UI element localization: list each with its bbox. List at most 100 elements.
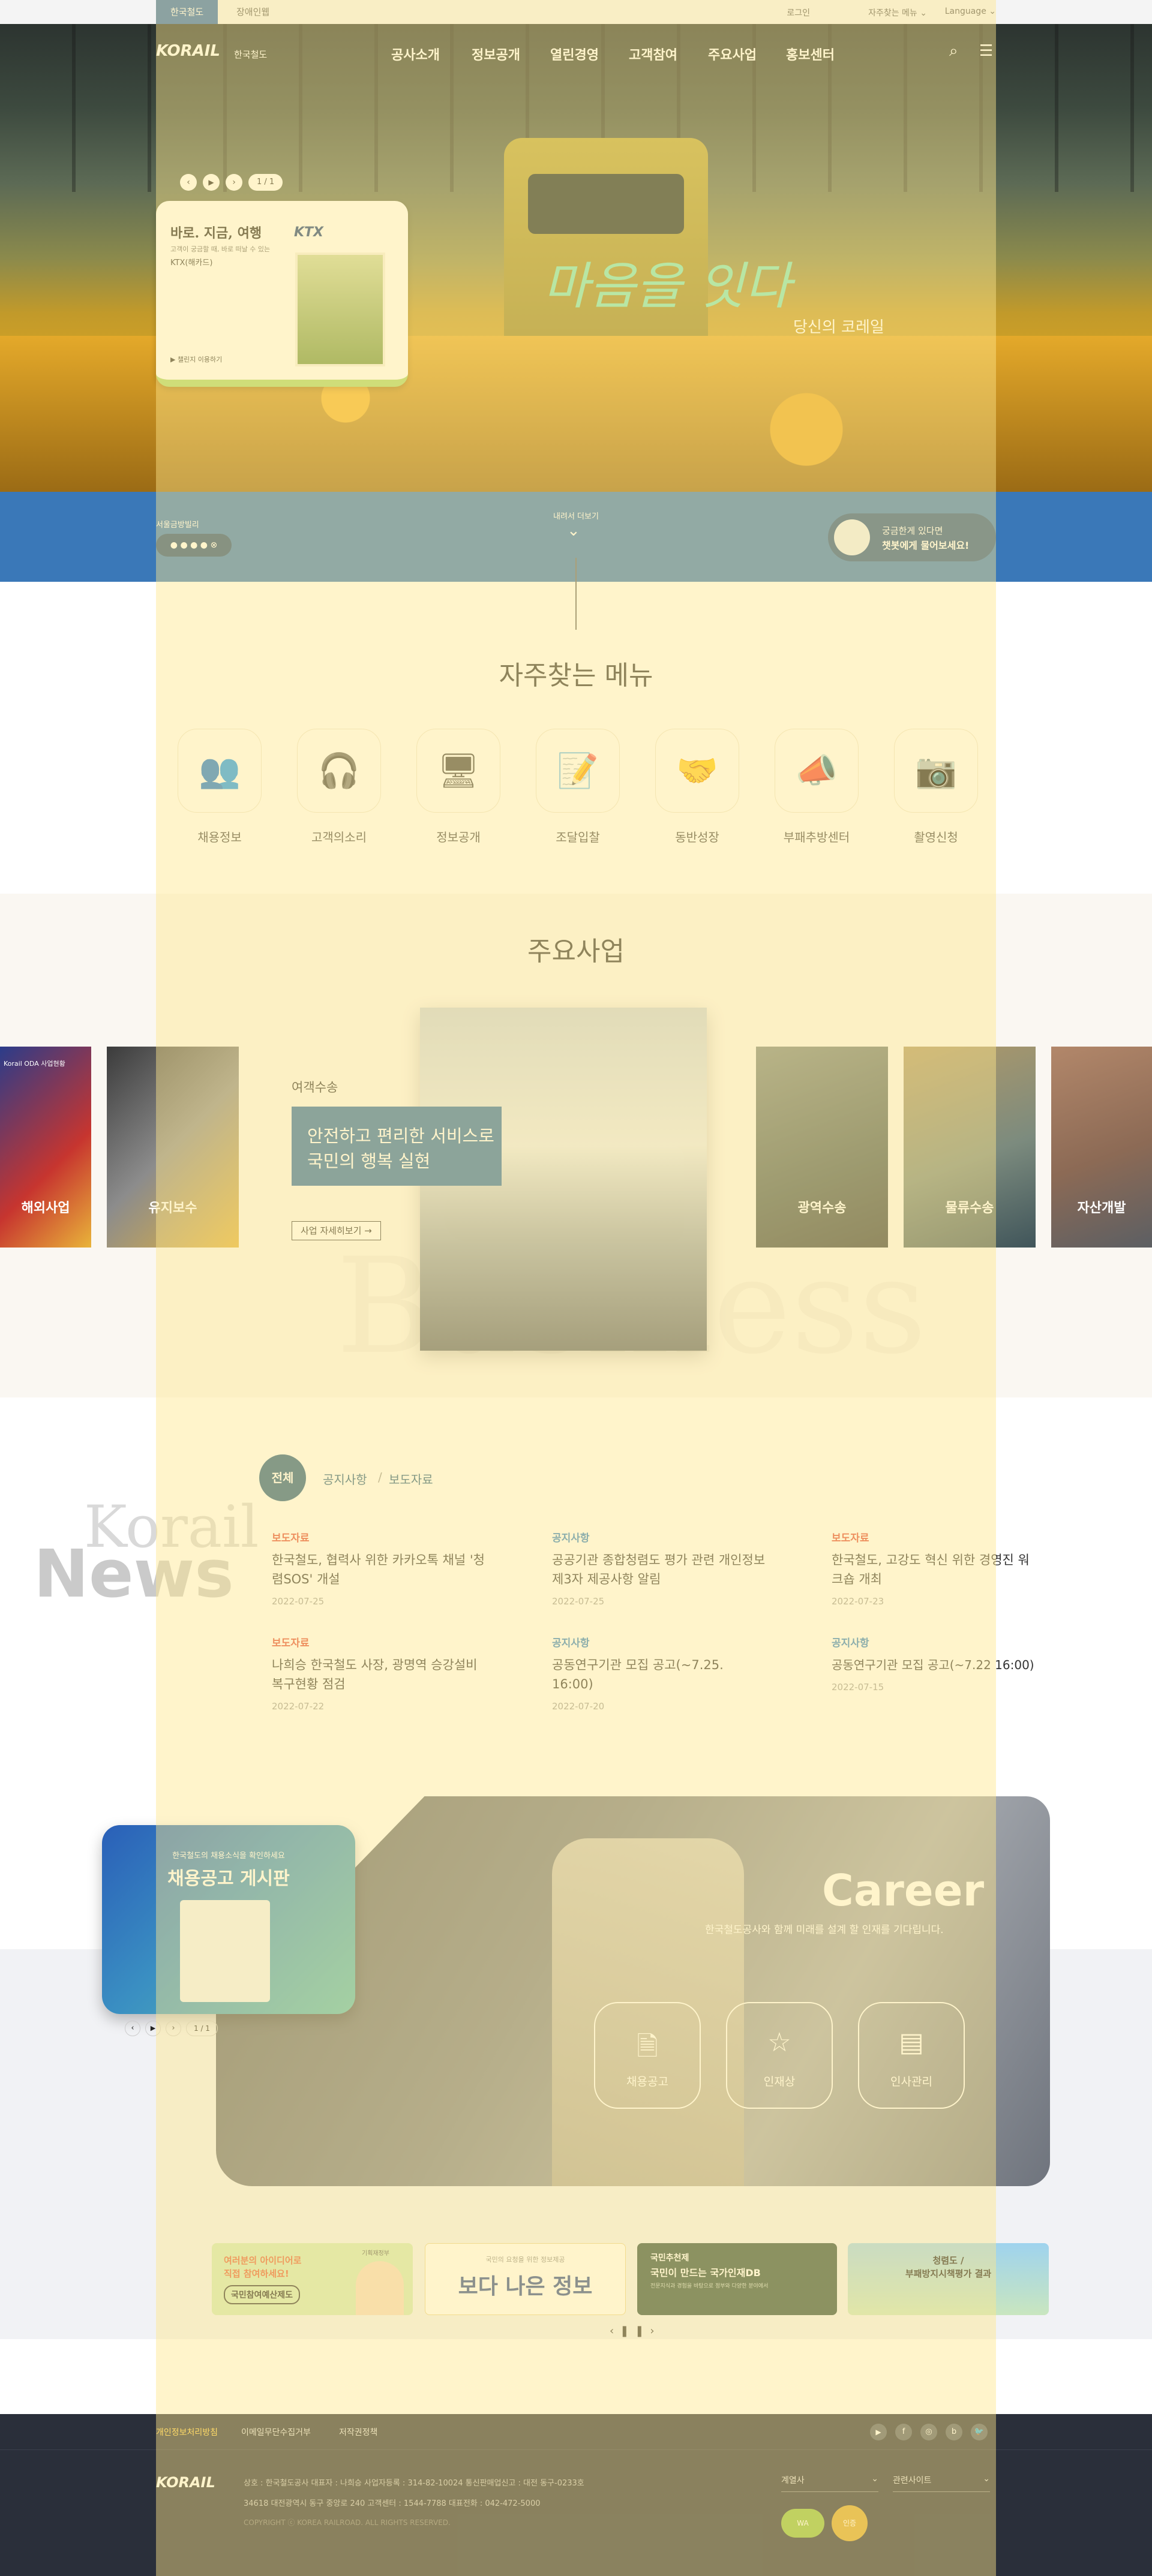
nav-item-management[interactable]: 열린경영 bbox=[550, 44, 599, 64]
business-card-logistics[interactable]: 물류수송 bbox=[904, 1047, 1036, 1248]
quickmenu-item-info[interactable]: 🖥 bbox=[416, 729, 500, 813]
next-icon[interactable]: › bbox=[226, 174, 242, 191]
twitter-icon[interactable]: 🐦 bbox=[971, 2424, 988, 2440]
chatbot-banner[interactable]: 궁금한게 있다면 챗봇에게 물어보세요! bbox=[828, 513, 996, 561]
banner-person-image bbox=[356, 2261, 404, 2315]
nav-item-about[interactable]: 공사소개 bbox=[391, 44, 440, 64]
board-illustration bbox=[180, 1900, 270, 2002]
play-icon[interactable]: ▶ bbox=[203, 174, 220, 191]
header: KORAIL 한국철도 공사소개 정보공개 열린경영 고객참여 주요사업 홍보센… bbox=[0, 24, 1152, 84]
instagram-icon[interactable]: ◎ bbox=[920, 2424, 937, 2440]
career-btn-talent[interactable]: ☆ 인재상 bbox=[726, 2002, 833, 2109]
nav-item-pr[interactable]: 홍보센터 bbox=[786, 44, 835, 64]
youtube-icon[interactable]: ▶ bbox=[870, 2424, 887, 2440]
quickmenu-label: 부패추방센터 bbox=[783, 830, 850, 844]
korail-logo[interactable]: KORAIL bbox=[156, 42, 220, 60]
banner-talent-db[interactable]: 국민추천제 국민이 만드는 국가인재DB 전문지식과 경험을 바탕으로 정부와 … bbox=[637, 2243, 837, 2315]
language-select[interactable]: Language ⌄ bbox=[945, 7, 996, 16]
play-icon[interactable]: ▶ bbox=[145, 2021, 161, 2036]
news-date: 2022-07-22 bbox=[272, 1701, 325, 1712]
banner-controls[interactable]: ‹❚❚› bbox=[610, 2325, 661, 2337]
news-date: 2022-07-20 bbox=[552, 1701, 605, 1712]
banner-budget-line1: 여러분의 아이디어로 bbox=[224, 2255, 302, 2266]
scroll-line bbox=[575, 558, 577, 630]
banner-better-info[interactable]: 국민의 요청을 위한 정보제공 보다 나은 정보 bbox=[425, 2243, 626, 2315]
slide-counter: 1 / 1 bbox=[186, 2021, 218, 2036]
news-item[interactable]: 공지사항 공공기관 종합청렴도 평가 관련 개인정보 제3자 제공사항 알림 2… bbox=[552, 1529, 768, 1607]
camera-doc-icon: 📷 bbox=[915, 752, 957, 790]
select-related-label: 관련사이트 bbox=[893, 2476, 932, 2485]
tab-disabled-web[interactable]: 장애인웹 bbox=[222, 0, 284, 24]
next-icon[interactable]: › bbox=[650, 2325, 660, 2337]
news-tab-notice[interactable]: 공지사항 bbox=[323, 1470, 367, 1487]
quickmenu-item-anticorruption[interactable]: 📣 bbox=[775, 729, 859, 813]
business-card-label: 해외사업 bbox=[21, 1201, 70, 1216]
business-card-maintenance[interactable]: 유지보수 bbox=[107, 1047, 239, 1248]
overseas-banner: Korail ODA 사업현황 bbox=[4, 1060, 65, 1068]
career-board-card[interactable]: 한국철도의 채용소식을 확인하세요 채용공고 게시판 bbox=[102, 1825, 355, 2014]
banner-integrity[interactable]: 청렴도 / 부패방지시책평가 결과 bbox=[848, 2243, 1049, 2315]
nav-item-info[interactable]: 정보공개 bbox=[472, 44, 520, 64]
select-related-sites[interactable]: 관련사이트 ⌄ bbox=[893, 2474, 990, 2492]
career-btn-label: 채용공고 bbox=[626, 2075, 668, 2088]
career-slide-controls: ‹ ▶ › 1 / 1 bbox=[125, 2021, 218, 2036]
business-more-button[interactable]: 사업 자세히보기 → bbox=[292, 1221, 381, 1240]
banner-budget[interactable]: 여러분의 아이디어로 직접 참여하세요! 국민참여예산제도 기획재정부 bbox=[212, 2243, 413, 2315]
search-icon[interactable]: ⌕ bbox=[949, 42, 958, 61]
quickmenu-item-growth[interactable]: 🤝 bbox=[655, 729, 739, 813]
news-category: 공지사항 bbox=[832, 1637, 869, 1649]
tab-korail[interactable]: 한국철도 bbox=[156, 0, 218, 24]
social-links: ▶ f ◎ b 🐦 bbox=[870, 2424, 988, 2440]
footer-copyright: COPYRIGHT ⓒ KOREA RAILROAD. ALL RIGHTS R… bbox=[244, 2518, 451, 2527]
footer-link-email[interactable]: 이메일무단수집거부 bbox=[241, 2426, 311, 2438]
business-card-overseas[interactable]: Korail ODA 사업현황 해외사업 bbox=[0, 1047, 91, 1248]
blog-icon[interactable]: b bbox=[946, 2424, 962, 2440]
news-item[interactable]: 보도자료 한국철도, 고강도 혁신 위한 경영진 워크숍 개최 2022-07-… bbox=[832, 1529, 1036, 1607]
news-tab-all[interactable]: 전체 bbox=[259, 1454, 306, 1501]
quickmenu-label: 조달입찰 bbox=[556, 830, 600, 844]
business-card-metro[interactable]: 광역수송 bbox=[756, 1047, 888, 1248]
news-item[interactable]: 공지사항 공동연구기관 모집 공고(~7.22 16:00) 2022-07-1… bbox=[832, 1634, 1036, 1693]
chevron-down-icon[interactable]: ⌄ bbox=[567, 522, 580, 540]
nav-item-business[interactable]: 주요사업 bbox=[708, 44, 757, 64]
hero-banner-card[interactable]: 바로. 지금, 여행 고객이 궁금할 때, 바로 떠날 수 있는 KTX(해카드… bbox=[156, 201, 408, 387]
banner-talent-line2: 국민이 만드는 국가인재DB bbox=[650, 2267, 761, 2279]
career-btn-notice[interactable]: 🗎 채용공고 bbox=[594, 2002, 701, 2109]
pause-icon[interactable]: ❚❚ bbox=[620, 2325, 650, 2337]
quickmenu-item-filming[interactable]: 📷 bbox=[894, 729, 978, 813]
language-label: Language bbox=[944, 7, 986, 16]
document-icon: 🗎 bbox=[637, 2031, 658, 2062]
quickmenu-label: 채용정보 bbox=[197, 830, 242, 844]
news-item[interactable]: 공지사항 공동연구기관 모집 공고(~7.25. 16:00) 2022-07-… bbox=[552, 1634, 768, 1712]
footer-link-privacy[interactable]: 개인정보처리방침 bbox=[156, 2426, 218, 2438]
chevron-down-icon: ⌄ bbox=[983, 2474, 990, 2484]
prev-icon[interactable]: ‹ bbox=[180, 174, 197, 191]
career-btn-hr[interactable]: ▤ 인사관리 bbox=[858, 2002, 965, 2109]
login-link[interactable]: 로그인 bbox=[787, 7, 810, 19]
news-tab-press[interactable]: 보도자료 bbox=[389, 1470, 433, 1487]
facebook-icon[interactable]: f bbox=[895, 2424, 912, 2440]
business-card-asset[interactable]: 자산개발 bbox=[1051, 1047, 1152, 1248]
news-item[interactable]: 보도자료 한국철도, 협력사 위한 카카오톡 채널 '청렴SOS' 개설 202… bbox=[272, 1529, 488, 1607]
prev-icon[interactable]: ‹ bbox=[125, 2021, 140, 2036]
chatbot-line1: 궁금한게 있다면 bbox=[882, 525, 943, 536]
prev-icon[interactable]: ‹ bbox=[610, 2325, 620, 2337]
news-watermark-news: News bbox=[34, 1535, 234, 1612]
select-affiliates[interactable]: 계열사 ⌄ bbox=[781, 2474, 878, 2492]
frequent-menu-link[interactable]: 자주찾는 메뉴 ⌄ bbox=[868, 7, 927, 19]
certification-seal: 인증 bbox=[832, 2505, 868, 2541]
quickmenu-item-recruit[interactable]: 👥 bbox=[178, 729, 262, 813]
hamburger-menu-icon[interactable]: ☰ bbox=[979, 42, 993, 60]
next-icon[interactable]: › bbox=[166, 2021, 181, 2036]
news-item[interactable]: 보도자료 나희승 한국철도 사장, 광명역 승강설비 복구현황 점검 2022-… bbox=[272, 1634, 488, 1712]
quickmenu-label: 동반성장 bbox=[675, 830, 719, 844]
banner-link[interactable]: ▶ 챌린지 이용하기 bbox=[170, 354, 222, 364]
footer-link-copyright[interactable]: 저작권정책 bbox=[339, 2426, 377, 2438]
quickmenu-item-voc[interactable]: 🎧 bbox=[297, 729, 381, 813]
board-title: 채용공고 게시판 bbox=[167, 1868, 290, 1889]
news-category: 공지사항 bbox=[552, 1532, 590, 1544]
banner-budget-line3: 국민참여예산제도 bbox=[224, 2285, 301, 2304]
nav-item-participation[interactable]: 고객참여 bbox=[629, 44, 677, 64]
band-pager[interactable]: ● ● ● ● ⊗ bbox=[156, 534, 232, 557]
quickmenu-item-bid[interactable]: 📝 bbox=[536, 729, 620, 813]
